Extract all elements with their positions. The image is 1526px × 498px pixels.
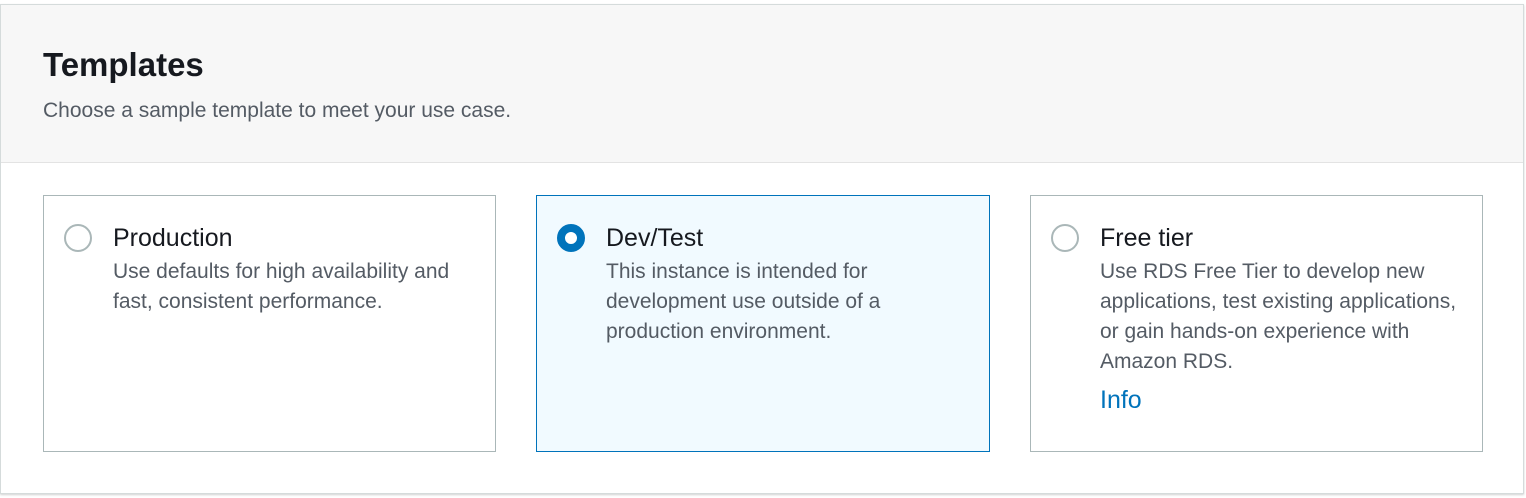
- template-description-free-tier: Use RDS Free Tier to develop new applica…: [1100, 260, 1457, 373]
- radio-button-free-tier[interactable]: [1051, 224, 1079, 252]
- panel-title: Templates: [43, 46, 204, 83]
- info-link[interactable]: Info: [1100, 383, 1142, 417]
- template-option-free-tier[interactable]: Free tier Use RDS Free Tier to develop n…: [1030, 195, 1483, 452]
- radio-button-production[interactable]: [64, 224, 92, 252]
- template-description-production: Use defaults for high availability and f…: [113, 260, 450, 313]
- panel-header: Templates Choose a sample template to me…: [1, 5, 1523, 163]
- panel-description: Choose a sample template to meet your us…: [43, 99, 512, 122]
- radio-button-dev-test[interactable]: [557, 224, 585, 252]
- template-label-free-tier: Free tier: [1100, 224, 1194, 252]
- template-description-dev-test: This instance is intended for developmen…: [606, 260, 881, 343]
- template-option-production[interactable]: Production Use defaults for high availab…: [43, 195, 496, 452]
- template-option-dev-test[interactable]: Dev/Test This instance is intended for d…: [536, 195, 990, 452]
- template-label-production: Production: [113, 224, 233, 252]
- templates-panel: Templates Choose a sample template to me…: [0, 4, 1524, 494]
- template-label-dev-test: Dev/Test: [606, 224, 704, 252]
